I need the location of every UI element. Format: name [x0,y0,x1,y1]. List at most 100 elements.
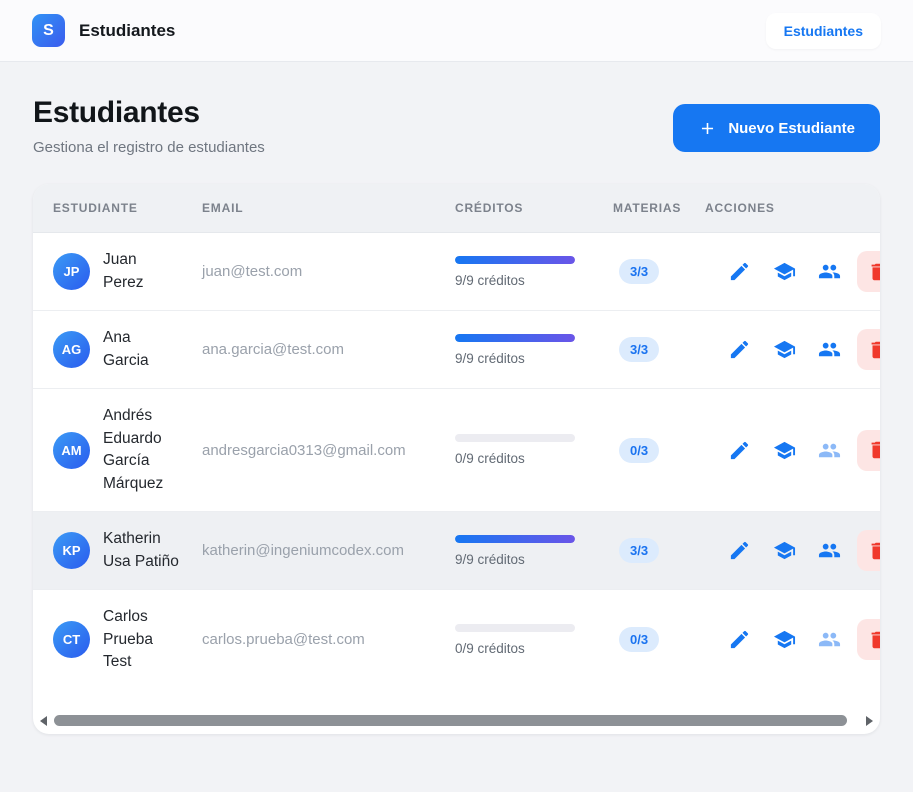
avatar: CT [53,621,90,658]
scrollbar-right-arrow-icon[interactable] [866,716,873,726]
materias-cell: 3/3 [613,538,705,563]
assign-users-button[interactable] [812,332,847,367]
edit-student-button[interactable] [722,332,757,367]
materias-button[interactable] [767,433,802,468]
credits-label: 9/9 créditos [455,552,583,567]
student-name: Ana Garcia [103,327,179,372]
avatar: AM [53,432,90,469]
credits-progress-track [455,256,575,264]
assign-users-button[interactable] [812,533,847,568]
top-navbar: S Estudiantes Estudiantes [0,0,913,62]
table-header-row: Estudiante Email Créditos Materias Accio… [33,184,880,233]
materias-badge: 0/3 [619,438,659,463]
people-icon [818,439,841,462]
column-header-email: Email [202,201,455,215]
materias-badge: 3/3 [619,538,659,563]
actions-cell [705,619,880,660]
assign-users-button[interactable] [812,622,847,657]
new-student-button-label: Nuevo Estudiante [728,120,855,137]
edit-student-button[interactable] [722,622,757,657]
credits-label: 9/9 créditos [455,273,583,288]
materias-button[interactable] [767,332,802,367]
student-email: andresgarcia0313@gmail.com [202,442,455,459]
nav-link-estudiantes[interactable]: Estudiantes [766,13,881,49]
new-student-button[interactable]: Nuevo Estudiante [673,104,880,152]
edit-student-button[interactable] [722,533,757,568]
delete-student-button[interactable] [857,530,880,571]
actions-cell [705,251,880,292]
graduation-cap-icon [773,338,796,361]
people-icon [818,628,841,651]
credits-label: 9/9 créditos [455,351,583,366]
credits-label: 0/9 créditos [455,641,583,656]
materias-cell: 0/3 [613,438,705,463]
pencil-icon [728,628,751,651]
credits-cell: 0/9 créditos [455,434,613,466]
plus-icon [698,119,717,138]
materias-badge: 0/3 [619,627,659,652]
column-header-creditos: Créditos [455,201,613,215]
table-row: JP Juan Perez juan@test.com 9/9 créditos… [33,233,880,311]
credits-label: 0/9 créditos [455,451,583,466]
graduation-cap-icon [773,260,796,283]
pencil-icon [728,338,751,361]
student-name: Andrés Eduardo García Márquez [103,405,179,495]
credits-progress-fill [455,256,575,264]
page-subtitle: Gestiona el registro de estudiantes [33,139,265,156]
graduation-cap-icon [773,439,796,462]
student-email: katherin@ingeniumcodex.com [202,542,455,559]
credits-cell: 9/9 créditos [455,334,613,366]
credits-cell: 9/9 créditos [455,256,613,288]
credits-progress-track [455,624,575,632]
student-email: carlos.prueba@test.com [202,631,455,648]
avatar: KP [53,532,90,569]
column-header-materias: Materias [613,201,705,215]
credits-progress-track [455,334,575,342]
graduation-cap-icon [773,539,796,562]
navbar-title: Estudiantes [79,21,175,41]
student-email: juan@test.com [202,263,455,280]
materias-button[interactable] [767,254,802,289]
student-name: Carlos Prueba Test [103,606,179,674]
student-cell: JP Juan Perez [33,233,202,310]
materias-cell: 3/3 [613,259,705,284]
page-title: Estudiantes [33,96,265,130]
horizontal-scrollbar [33,714,880,728]
delete-student-button[interactable] [857,619,880,660]
people-icon [818,539,841,562]
materias-cell: 3/3 [613,337,705,362]
trash-icon [867,261,881,283]
table-row: KP Katherin Usa Patiño katherin@ingenium… [33,512,880,590]
delete-student-button[interactable] [857,251,880,292]
edit-student-button[interactable] [722,254,757,289]
actions-cell [705,430,880,471]
delete-student-button[interactable] [857,329,880,370]
avatar: AG [53,331,90,368]
materias-button[interactable] [767,533,802,568]
student-cell: AG Ana Garcia [33,311,202,388]
credits-progress-track [455,535,575,543]
assign-users-button[interactable] [812,433,847,468]
edit-student-button[interactable] [722,433,757,468]
delete-student-button[interactable] [857,430,880,471]
table-row: AM Andrés Eduardo García Márquez andresg… [33,389,880,512]
trash-icon [867,439,881,461]
page-header-text: Estudiantes Gestiona el registro de estu… [33,96,265,156]
materias-button[interactable] [767,622,802,657]
main-content: Estudiantes Gestiona el registro de estu… [0,62,913,734]
pencil-icon [728,260,751,283]
assign-users-button[interactable] [812,254,847,289]
materias-badge: 3/3 [619,259,659,284]
student-email: ana.garcia@test.com [202,341,455,358]
avatar: JP [53,253,90,290]
trash-icon [867,540,881,562]
pencil-icon [728,539,751,562]
scrollbar-thumb[interactable] [54,715,847,726]
student-name: Katherin Usa Patiño [103,528,179,573]
scrollbar-left-arrow-icon[interactable] [40,716,47,726]
materias-badge: 3/3 [619,337,659,362]
students-table: Estudiante Email Créditos Materias Accio… [33,184,880,690]
people-icon [818,260,841,283]
credits-cell: 9/9 créditos [455,535,613,567]
table-row: AG Ana Garcia ana.garcia@test.com 9/9 cr… [33,311,880,389]
